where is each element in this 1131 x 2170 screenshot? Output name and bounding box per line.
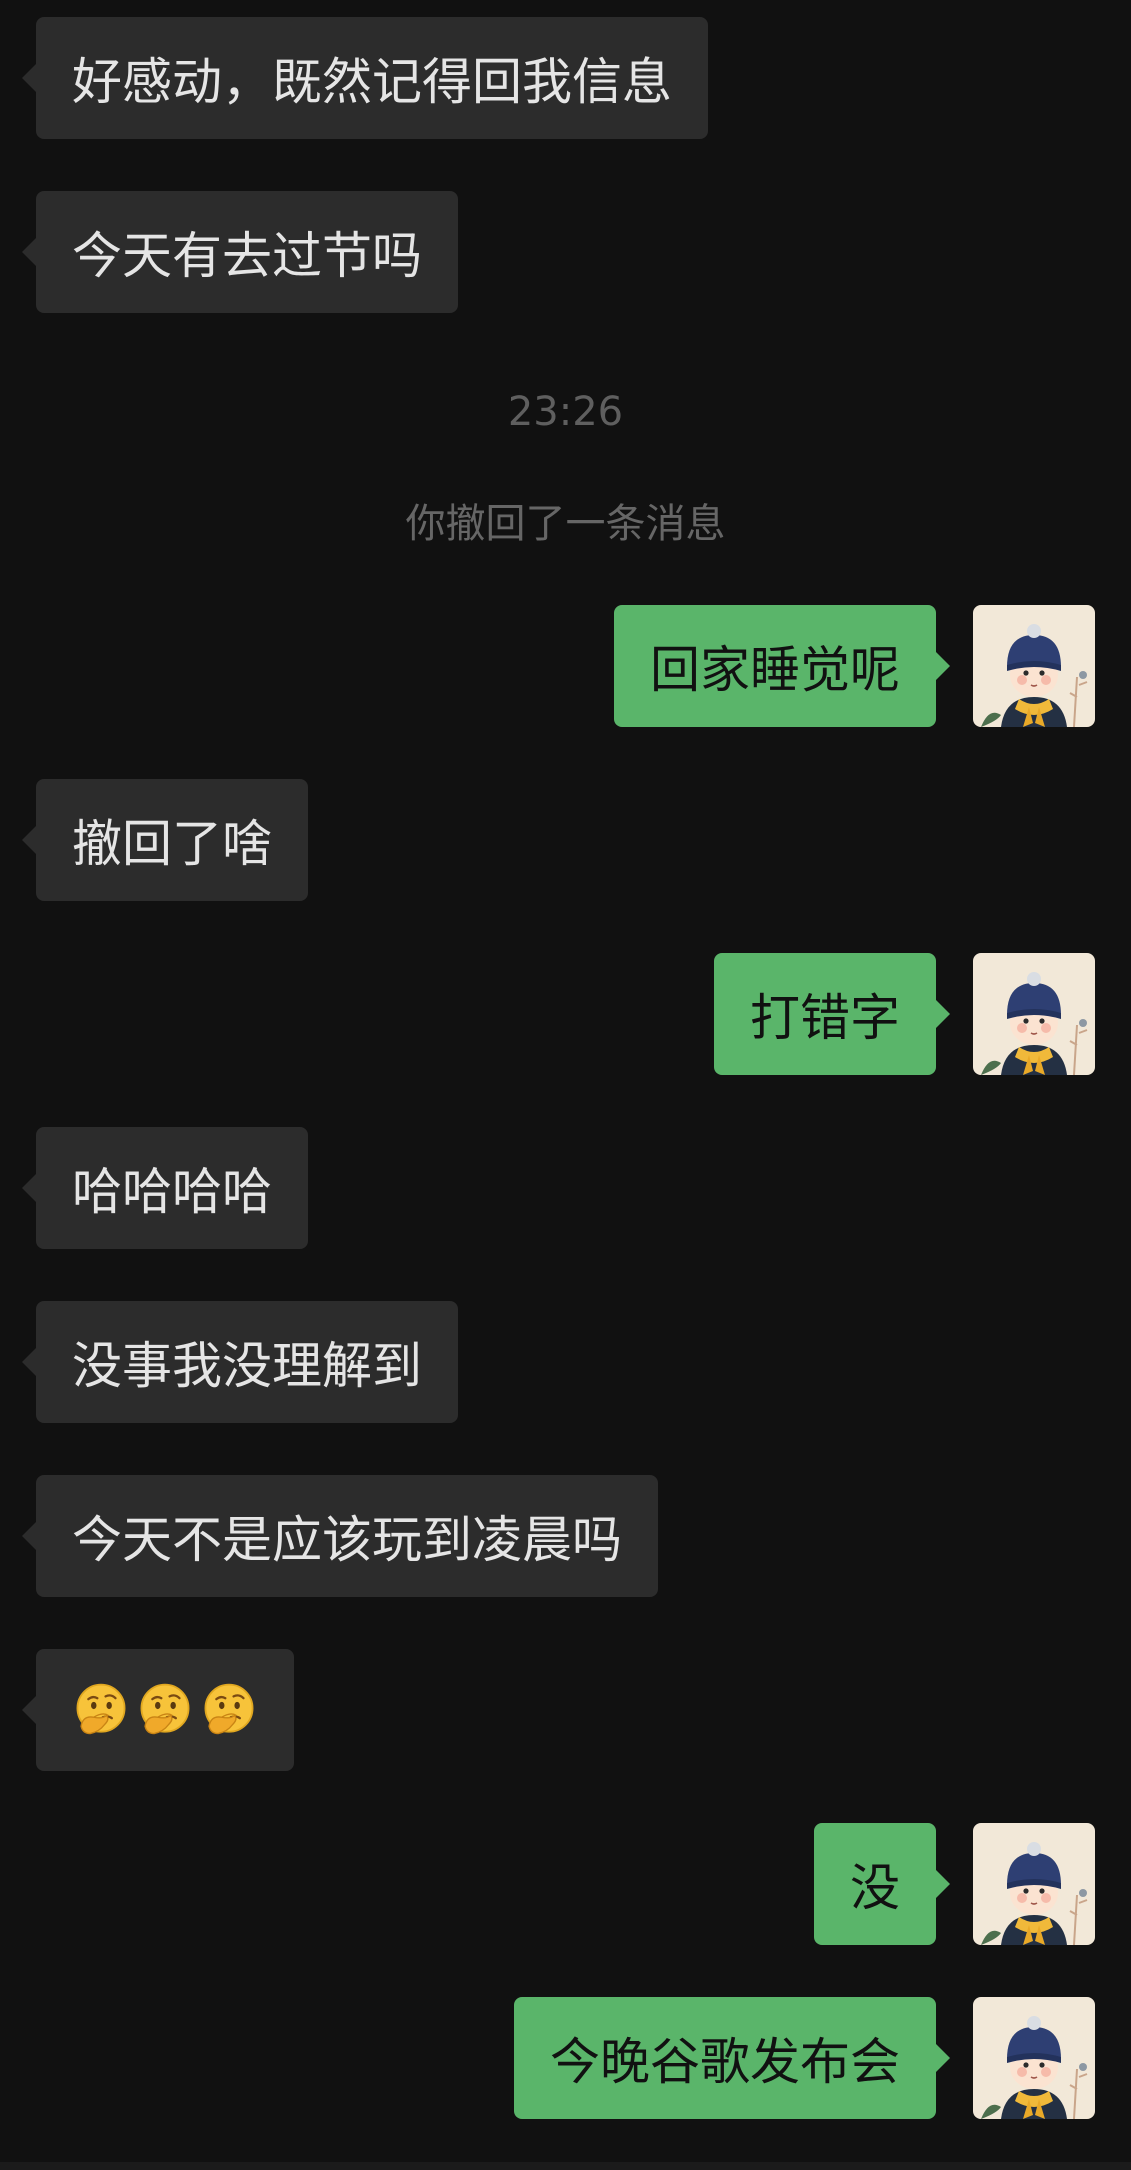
outgoing-message-bubble[interactable]: 回家睡觉呢 [614, 605, 950, 727]
incoming-message-bubble[interactable]: 今天不是应该玩到凌晨吗 [22, 1475, 658, 1597]
outgoing-message-bubble[interactable]: 今晚谷歌发布会 [514, 1997, 950, 2119]
emoji-group [72, 1681, 258, 1739]
timestamp: 23:26 [507, 389, 624, 435]
incoming-message-bubble[interactable]: 好感动，既然记得回我信息 [22, 17, 708, 139]
incoming-emoji-bubble[interactable] [22, 1649, 294, 1771]
chat-area[interactable]: 好感动，既然记得回我信息 今天有去过节吗 23:26 你撤回了一条消息 回家睡觉… [0, 0, 1131, 2170]
message-text: 好感动，既然记得回我信息 [72, 53, 672, 111]
incoming-message-bubble[interactable]: 哈哈哈哈 [22, 1127, 308, 1249]
message-row-incoming: 今天不是应该玩到凌晨吗 [0, 1475, 1131, 1597]
incoming-message-bubble[interactable]: 没事我没理解到 [22, 1301, 458, 1423]
incoming-message-bubble[interactable]: 撤回了啥 [22, 779, 308, 901]
message-text: 回家睡觉呢 [650, 641, 900, 699]
message-row-incoming: 好感动，既然记得回我信息 [0, 17, 1131, 139]
cartoon-boy-avatar-icon[interactable] [973, 953, 1095, 1075]
thinking-face-icon [200, 1681, 258, 1739]
message-text: 没 [850, 1859, 900, 1917]
outgoing-message-bubble[interactable]: 没 [814, 1823, 950, 1945]
recall-notice: 你撤回了一条消息 [405, 501, 726, 547]
message-row-incoming: 哈哈哈哈 [0, 1127, 1131, 1249]
cartoon-boy-avatar-icon[interactable] [973, 1997, 1095, 2119]
message-row-incoming: 没事我没理解到 [0, 1301, 1131, 1423]
message-text: 撤回了啥 [72, 815, 272, 873]
message-text: 今晚谷歌发布会 [550, 2033, 900, 2091]
message-text: 今天不是应该玩到凌晨吗 [72, 1511, 622, 1569]
thinking-face-icon [72, 1681, 130, 1739]
message-text: 哈哈哈哈 [72, 1163, 272, 1221]
message-row-outgoing: 打错字 [0, 953, 1131, 1075]
message-text: 打错字 [750, 989, 900, 1047]
message-text: 没事我没理解到 [72, 1337, 422, 1395]
message-row-incoming [0, 1649, 1131, 1771]
message-row-incoming: 今天有去过节吗 [0, 191, 1131, 313]
bottom-divider [0, 2162, 1131, 2170]
outgoing-message-bubble[interactable]: 打错字 [714, 953, 950, 1075]
message-row-outgoing: 没 [0, 1823, 1131, 1945]
message-row-outgoing: 今晚谷歌发布会 [0, 1997, 1131, 2119]
message-row-outgoing: 回家睡觉呢 [0, 605, 1131, 727]
cartoon-boy-avatar-icon[interactable] [973, 1823, 1095, 1945]
message-row-incoming: 撤回了啥 [0, 779, 1131, 901]
cartoon-boy-avatar-icon[interactable] [973, 605, 1095, 727]
message-text: 今天有去过节吗 [72, 227, 422, 285]
thinking-face-icon [136, 1681, 194, 1739]
incoming-message-bubble[interactable]: 今天有去过节吗 [22, 191, 458, 313]
